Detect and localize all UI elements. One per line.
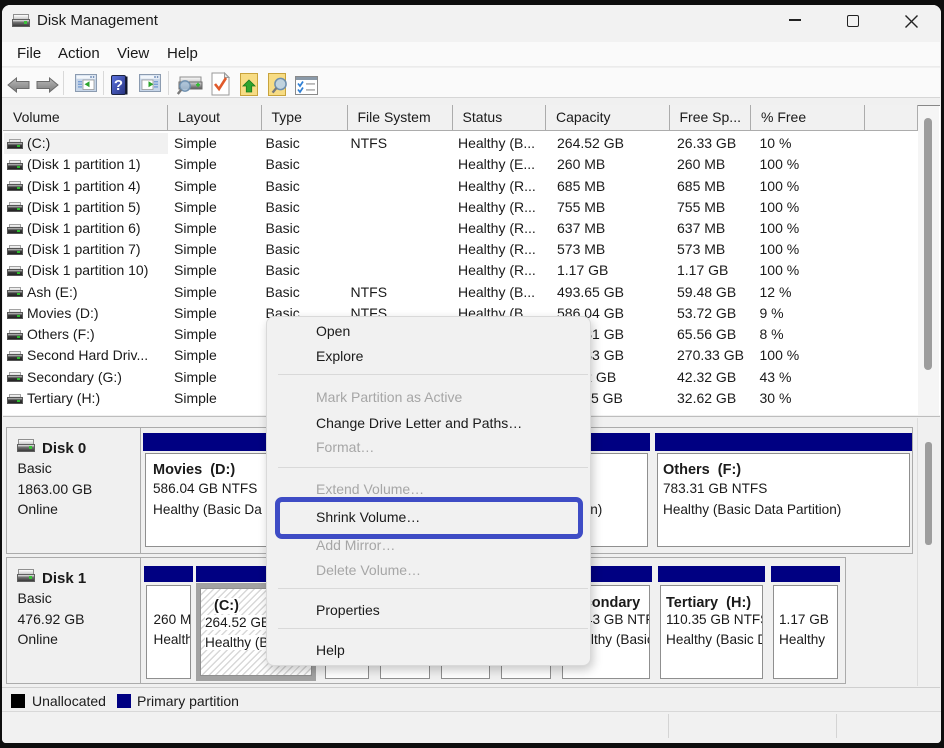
svg-text:?: ?	[114, 77, 123, 94]
